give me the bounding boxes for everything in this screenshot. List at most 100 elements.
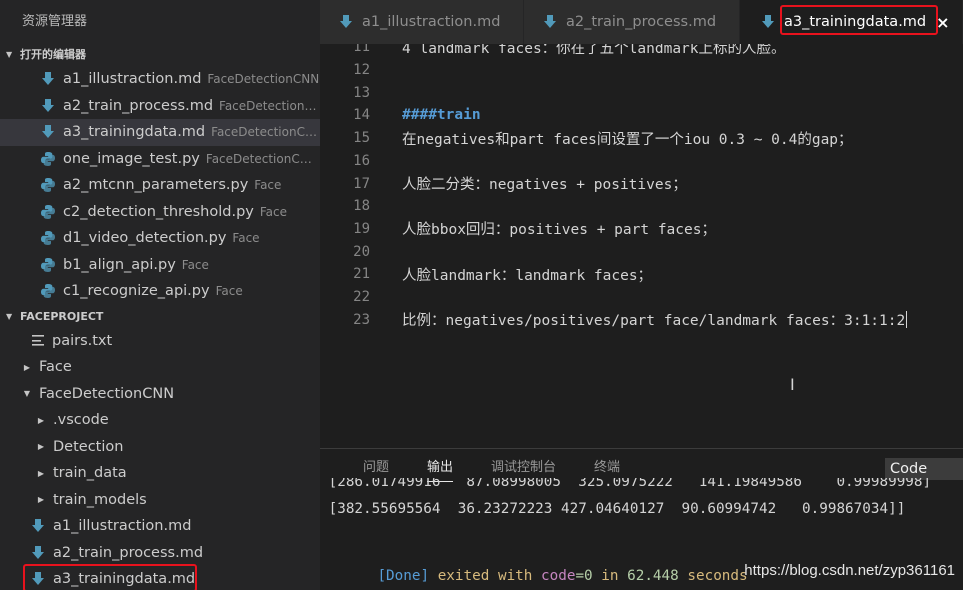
download-icon xyxy=(30,518,46,534)
editor-line: 20 xyxy=(320,240,963,263)
open-editors-header[interactable]: ▼ 打开的编辑器 xyxy=(0,44,320,66)
open-editor-item[interactable]: c1_recognize_api.py Face xyxy=(0,278,320,305)
code-value: =0 xyxy=(575,568,593,584)
line-text: 人脸landmark：landmark faces； xyxy=(402,267,653,284)
explorer-sidebar: 资源管理器 ▼ 打开的编辑器 a1_illustraction.md FaceDe… xyxy=(0,0,320,590)
tree-item[interactable]: ▼ FaceDetectionCNN xyxy=(0,381,320,408)
tree-item-label: a2_train_process.md xyxy=(53,544,204,561)
download-icon xyxy=(40,71,56,87)
open-editor-item[interactable]: c2_detection_threshold.py Face xyxy=(0,199,320,226)
file-name: b1_align_api.py xyxy=(63,256,176,273)
python-icon xyxy=(40,151,56,167)
line-number: 21 xyxy=(353,266,370,283)
download-icon xyxy=(760,14,776,30)
editor-line: 14 ####train xyxy=(320,104,963,127)
tree-item-label: FaceDetectionCNN xyxy=(39,385,175,402)
open-editor-item[interactable]: a2_train_process.md FaceDetectionC... xyxy=(0,93,320,120)
open-editor-item[interactable]: one_image_test.py FaceDetectionCN... xyxy=(0,146,320,173)
download-icon xyxy=(40,98,56,114)
download-icon xyxy=(30,545,46,561)
tab-a3-trainingdata[interactable]: a3_trainingdata.md × xyxy=(740,0,963,44)
output-line-partial: [286.01749916 87.08998005 325.0975222 14… xyxy=(320,478,932,488)
download-icon xyxy=(542,14,558,30)
chevron-down-icon: ▼ xyxy=(6,311,13,321)
tree-item[interactable]: pairs.txt xyxy=(0,328,320,355)
folder-description: Face xyxy=(254,178,282,193)
line-number: 11 xyxy=(353,44,370,56)
download-icon xyxy=(338,14,354,30)
close-icon[interactable]: × xyxy=(936,13,949,32)
project-tree: pairs.txt ▶ Face ▼ FaceDetectionCNN ▶ .vscode ▶… xyxy=(0,328,320,590)
line-number: 20 xyxy=(353,243,370,260)
line-text: 人脸二分类：negatives + positives； xyxy=(402,177,687,194)
line-number: 12 xyxy=(353,62,370,79)
folder-description: FaceDetectionCN... xyxy=(205,151,320,166)
open-editor-item[interactable]: a2_mtcnn_parameters.py Face xyxy=(0,172,320,199)
folder-description: Face xyxy=(181,257,209,272)
editor-line: 18 xyxy=(320,195,963,218)
open-editor-item[interactable]: b1_align_api.py Face xyxy=(0,252,320,279)
folder-description: Face xyxy=(259,204,287,219)
editor-line: 11 4 landmark faces：你在了五个landmark上标的人脸。 xyxy=(320,44,963,59)
tab-label: a1_illustraction.md xyxy=(362,14,501,30)
tree-item[interactable]: a1_illustraction.md xyxy=(0,513,320,540)
tree-item[interactable]: ▶ Face xyxy=(0,354,320,381)
python-icon xyxy=(40,177,56,193)
line-number: 17 xyxy=(353,175,370,192)
seconds-text: seconds xyxy=(678,568,748,584)
highlight-box-tab xyxy=(780,5,938,35)
file-name: a3_trainingdata.md xyxy=(63,124,206,141)
folder-description: FaceDetectionCN... xyxy=(211,125,320,140)
open-editor-item[interactable]: d1_video_detection.py Face xyxy=(0,225,320,252)
open-editor-item[interactable]: a1_illustraction.md FaceDetectionCNN xyxy=(0,66,320,93)
editor-line: 21 人脸landmark：landmark faces； xyxy=(320,263,963,286)
watermark: https://blog.csdn.net/zyp361161 xyxy=(744,562,955,579)
line-number: 23 xyxy=(353,311,370,328)
code-keyword: code xyxy=(541,568,576,584)
tree-item[interactable]: a2_train_process.md xyxy=(0,540,320,567)
project-label: FACEPROJECT xyxy=(20,309,104,323)
tree-item[interactable]: ▶ train_models xyxy=(0,487,320,514)
file-name: a2_mtcnn_parameters.py xyxy=(63,177,249,194)
chevron-right-icon: ▶ xyxy=(37,468,45,478)
line-number: 14 xyxy=(353,107,370,124)
editor-line: 15 在negatives和part faces间设置了一个iou 0.3 ~ 0… xyxy=(320,127,963,150)
line-text: 在negatives和part faces间设置了一个iou 0.3 ~ 0.4… xyxy=(402,131,853,148)
line-text: 4 landmark faces：你在了五个landmark上标的人脸。 xyxy=(402,44,786,57)
chevron-right-icon: ▶ xyxy=(37,495,45,505)
exited-text: exited xyxy=(429,568,498,584)
tree-item[interactable]: ▶ train_data xyxy=(0,460,320,487)
open-editor-item[interactable]: a3_trainingdata.md FaceDetectionCN... xyxy=(0,119,320,146)
file-name: one_image_test.py xyxy=(63,150,200,167)
editor-area[interactable]: 11 4 landmark faces：你在了五个landmark上标的人脸。 12… xyxy=(320,44,963,448)
editor-tab-bar: a1_illustraction.md a2_train_process.md … xyxy=(320,0,963,44)
chevron-down-icon: ▼ xyxy=(6,50,13,59)
chevron-right-icon: ▶ xyxy=(37,415,45,425)
tree-item[interactable]: ▶ Detection xyxy=(0,434,320,461)
line-number: 15 xyxy=(353,130,370,147)
output-line-array: [382.55695564 36.23272223 427.04640127 9… xyxy=(320,501,906,517)
chevron-right-icon: ▶ xyxy=(37,442,45,452)
tree-item-label: Face xyxy=(39,359,72,376)
done-tag: [Done] xyxy=(377,568,430,584)
chevron-right-icon: ▶ xyxy=(23,362,31,372)
tree-item-label: train_models xyxy=(53,491,147,508)
editor-line: 16 xyxy=(320,150,963,173)
editor-line: 13 xyxy=(320,81,963,104)
tab-a1-illustraction[interactable]: a1_illustraction.md xyxy=(320,0,524,44)
text-file-icon xyxy=(32,335,44,347)
tree-item-label: Detection xyxy=(53,438,124,455)
line-number: 19 xyxy=(353,220,370,237)
explorer-title: 资源管理器 xyxy=(22,14,88,29)
python-icon xyxy=(40,283,56,299)
python-icon xyxy=(40,230,56,246)
tree-item-label: train_data xyxy=(53,465,127,482)
python-icon xyxy=(40,204,56,220)
highlight-box-sidebar xyxy=(23,564,197,590)
line-text: 比例：negatives/positives/part face/landmar… xyxy=(402,313,906,330)
tree-item[interactable]: ▶ .vscode xyxy=(0,407,320,434)
tab-a2-train-process[interactable]: a2_train_process.md xyxy=(524,0,740,44)
output-channel-select[interactable]: Code xyxy=(885,458,963,480)
editor-line: 17 人脸二分类：negatives + positives； xyxy=(320,172,963,195)
project-header[interactable]: ▼ FACEPROJECT xyxy=(0,306,320,328)
